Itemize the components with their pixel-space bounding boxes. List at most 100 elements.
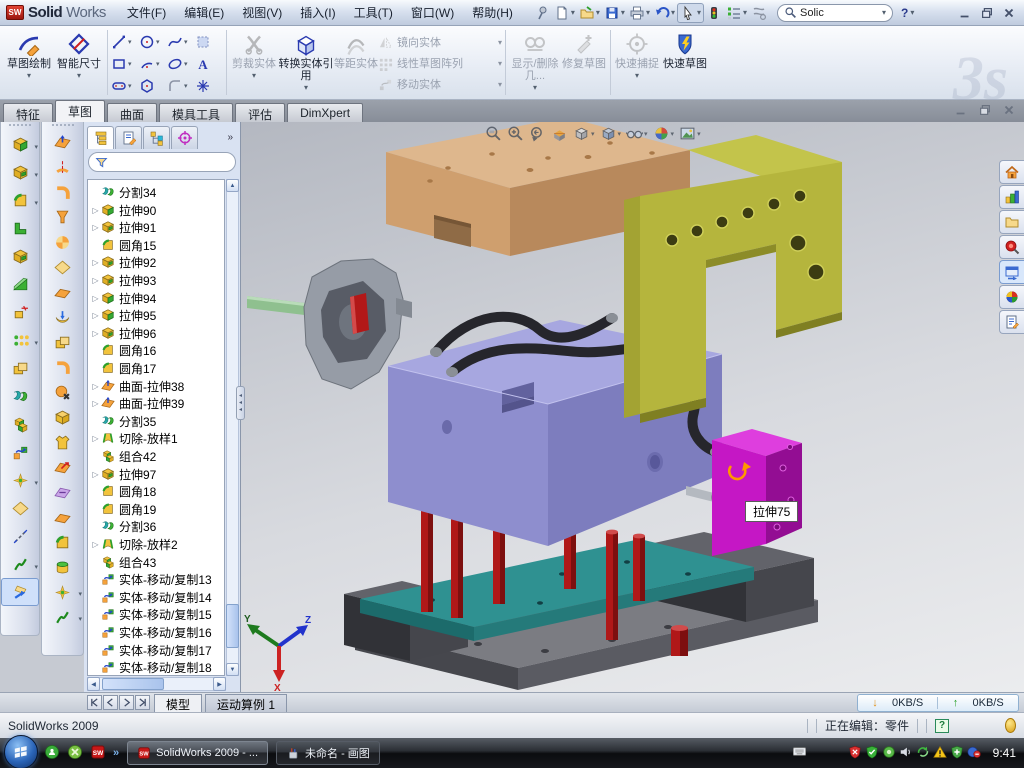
tree-item[interactable]: 实体-移动/复制18: [90, 658, 212, 676]
graphics-area[interactable]: Y Z X: [241, 122, 1024, 692]
save-button[interactable]: ▾: [602, 4, 627, 22]
slot-button[interactable]: ▾: [111, 75, 139, 97]
configurationmanager-tab[interactable]: [143, 126, 170, 149]
display-delete-relations-button[interactable]: 显示/删除几...▾: [509, 28, 561, 97]
panel-tabs-more-button[interactable]: »: [227, 132, 237, 143]
new-file-button[interactable]: ▾: [552, 4, 577, 22]
smart-dimension-button[interactable]: 智能尺寸▾: [54, 28, 104, 97]
curve-button[interactable]: ▾: [1, 550, 39, 578]
menu-file[interactable]: 文件(F): [118, 0, 175, 26]
doc-restore-button[interactable]: [978, 103, 992, 117]
expand-arrow-icon[interactable]: ▷: [90, 382, 101, 391]
tab-scroll-last[interactable]: [135, 695, 150, 710]
messenger-status-icon[interactable]: [967, 745, 981, 762]
tab-模具工具[interactable]: 模具工具: [159, 103, 233, 122]
quick-tips-icon[interactable]: ?: [935, 719, 949, 733]
design-library-tab[interactable]: [999, 185, 1024, 209]
featuremanager-tab[interactable]: [87, 126, 114, 149]
menu-tools[interactable]: 工具(T): [345, 0, 402, 26]
appearances-scenes-tab[interactable]: [999, 285, 1024, 309]
open-file-button[interactable]: ▾: [577, 4, 602, 22]
tree-item[interactable]: ▷拉伸97: [90, 465, 156, 483]
panel-splitter-handle[interactable]: ◂◂◂: [236, 386, 245, 420]
extruded-boss-button[interactable]: ▾: [1, 130, 39, 158]
tree-item[interactable]: 实体-移动/复制13: [90, 570, 212, 588]
rebuild-button[interactable]: [704, 4, 724, 22]
selection-box-button[interactable]: [195, 31, 223, 53]
hide-show-items-button[interactable]: ▾: [625, 124, 649, 143]
expand-arrow-icon[interactable]: ▷: [90, 434, 101, 443]
zoom-fit-button[interactable]: [484, 124, 503, 143]
print-button[interactable]: ▾: [627, 4, 652, 22]
dimxpertmanager-tab[interactable]: [171, 126, 198, 149]
select-cursor-button[interactable]: ▾: [677, 3, 704, 23]
protection-icon[interactable]: [950, 745, 964, 762]
reference-geometry-button[interactable]: ▾: [1, 466, 39, 494]
tree-item[interactable]: 圆角19: [90, 500, 156, 518]
trim-entities-button[interactable]: 剪裁实体▾: [230, 28, 278, 97]
expand-arrow-icon[interactable]: ▷: [90, 470, 101, 479]
shell-button[interactable]: [1, 242, 39, 270]
tree-item[interactable]: ▷拉伸95: [90, 306, 156, 324]
antivirus-icon[interactable]: [848, 745, 862, 762]
expand-arrow-icon[interactable]: ▷: [90, 276, 101, 285]
expand-arrow-icon[interactable]: ▷: [90, 294, 101, 303]
surface-fillet-button[interactable]: [42, 530, 83, 555]
polygon-button[interactable]: [139, 75, 167, 97]
reference-geometry-2-button[interactable]: ▾: [42, 580, 83, 605]
tree-vscrollbar[interactable]: [226, 179, 239, 676]
tree-hscroll-thumb[interactable]: [102, 678, 164, 690]
tree-item[interactable]: ▷拉伸96: [90, 324, 156, 342]
expand-arrow-icon[interactable]: ▷: [90, 258, 101, 267]
search-dropdown-icon[interactable]: ▾: [882, 8, 886, 17]
plane-button[interactable]: [1, 494, 39, 522]
menu-view[interactable]: 视图(V): [233, 0, 291, 26]
search-input[interactable]: Solic ▾: [777, 4, 893, 22]
draft-button[interactable]: [1, 270, 39, 298]
tree-item[interactable]: ▷拉伸94: [90, 289, 156, 307]
mirror-entities-button[interactable]: 镜向实体▾: [378, 34, 502, 50]
tree-item[interactable]: 分割35: [90, 412, 156, 430]
taskbar-clock[interactable]: 9:41: [987, 746, 1024, 760]
model-sprue-assembly[interactable]: [247, 259, 412, 389]
tree-item[interactable]: 圆角15: [90, 236, 156, 254]
tree-scroll-left[interactable]: ◀: [87, 677, 100, 691]
taskbar-window-button[interactable]: SWSolidWorks 2009 - ...: [127, 741, 268, 765]
instant3d-button[interactable]: [1, 578, 39, 606]
menu-window[interactable]: 窗口(W): [402, 0, 463, 26]
tree-item[interactable]: 实体-移动/复制14: [90, 588, 212, 606]
close-button[interactable]: [1002, 6, 1016, 20]
tab-DimXpert[interactable]: DimXpert: [287, 103, 363, 122]
tree-item[interactable]: 圆角18: [90, 482, 156, 500]
view-orientation-button[interactable]: ▾: [572, 124, 596, 143]
update-badge-icon[interactable]: [882, 745, 896, 762]
volume-icon[interactable]: [899, 745, 913, 762]
minimize-button[interactable]: [958, 6, 972, 20]
curve-2-button[interactable]: ▾: [42, 605, 83, 630]
tree-scroll-right[interactable]: ▶: [213, 677, 226, 691]
selection-filter-button[interactable]: [749, 4, 769, 22]
move-face-button[interactable]: [42, 455, 83, 480]
tab-scroll-first[interactable]: [87, 695, 102, 710]
repair-sketch-button[interactable]: 修复草图: [561, 28, 607, 97]
ruled-surface-button[interactable]: [42, 155, 83, 180]
tree-item[interactable]: ▷切除-放样1: [90, 429, 178, 447]
offset-entities-button[interactable]: 等距实体: [334, 28, 378, 97]
tree-item[interactable]: 实体-移动/复制16: [90, 623, 212, 641]
expand-arrow-icon[interactable]: ▷: [90, 206, 101, 215]
expand-arrow-icon[interactable]: ▷: [90, 311, 101, 320]
zoom-area-button[interactable]: [506, 124, 525, 143]
sync-icon[interactable]: [916, 745, 930, 762]
toolbar-grip[interactable]: [1, 122, 39, 130]
tree-vscroll-thumb[interactable]: [226, 604, 239, 648]
parting-lines-button[interactable]: [42, 205, 83, 230]
combine-button[interactable]: [1, 410, 39, 438]
tree-item[interactable]: ▷拉伸91: [90, 218, 156, 236]
knit-surface-button[interactable]: [42, 305, 83, 330]
delete-body-button[interactable]: [42, 380, 83, 405]
messenger-launcher[interactable]: [44, 744, 60, 763]
axis-button[interactable]: [1, 522, 39, 550]
combine-bodies-button[interactable]: [1, 354, 39, 382]
tab-曲面[interactable]: 曲面: [107, 103, 157, 122]
toolbar-grip[interactable]: [42, 122, 83, 130]
